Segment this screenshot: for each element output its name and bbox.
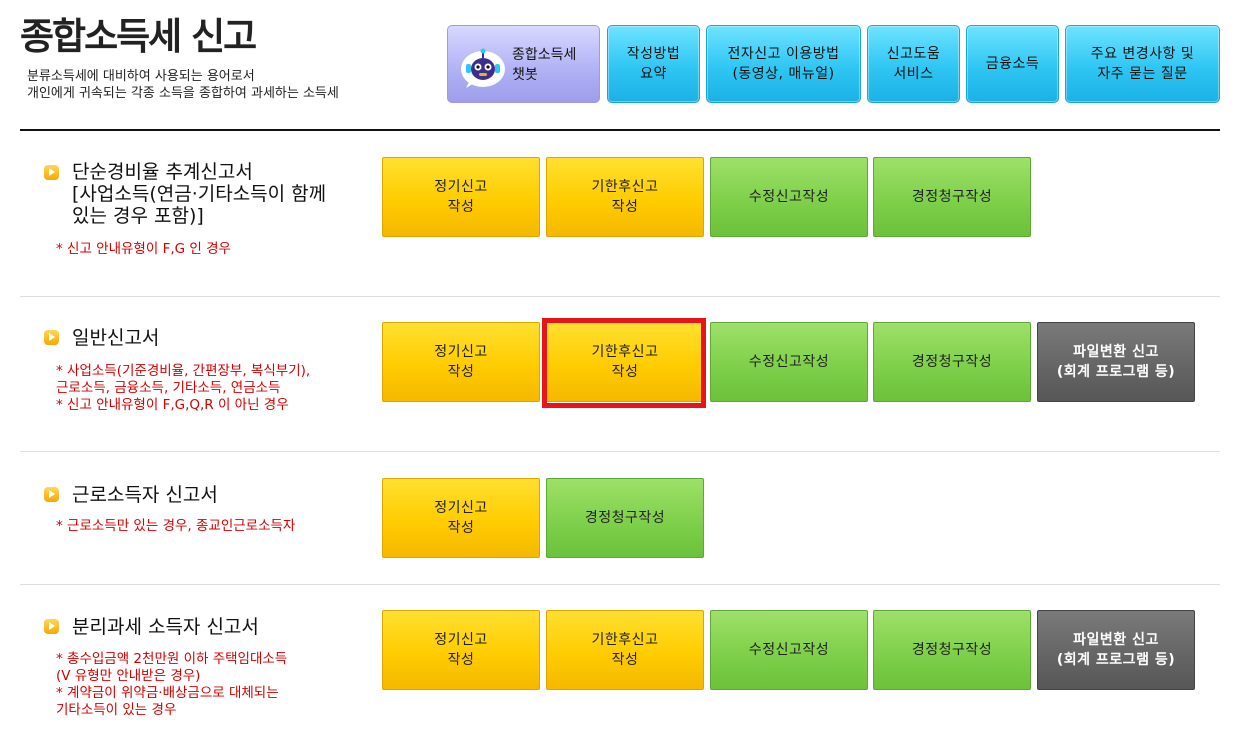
nav-filing-help-service[interactable]: 신고도움 서비스: [867, 25, 960, 103]
page-description: 분류소득세에 대비하여 사용되는 용어로서 개인에게 귀속되는 각종 소득을 종…: [27, 69, 339, 101]
section-note: * 총수입금액 2천만원 이하 주택임대소득 (V 유형만 안내받은 경우) *…: [56, 651, 288, 718]
refund-claim-button[interactable]: 경정청구작성: [873, 322, 1031, 402]
header-divider: [20, 129, 1220, 131]
file-conversion-filing-button[interactable]: 파일변환 신고 (회계 프로그램 등): [1037, 322, 1195, 402]
amended-filing-button[interactable]: 수정신고작성: [710, 322, 868, 402]
section-title-general-return: 일반신고서: [72, 327, 160, 349]
regular-filing-button[interactable]: 정기신고 작성: [382, 157, 540, 237]
refund-claim-button[interactable]: 경정청구작성: [873, 610, 1031, 690]
section-note: * 사업소득(기준경비율, 간편장부, 복식부기), 근로소득, 금융소득, 기…: [56, 363, 311, 413]
nav-financial-income[interactable]: 금융소득: [966, 25, 1059, 103]
nav-filing-guide-summary[interactable]: 작성방법 요약: [607, 25, 700, 103]
file-conversion-filing-button[interactable]: 파일변환 신고 (회계 프로그램 등): [1037, 610, 1195, 690]
late-filing-button[interactable]: 기한후신고 작성: [546, 610, 704, 690]
late-filing-button[interactable]: 기한후신고 작성: [546, 157, 704, 237]
highlight-box: [542, 318, 706, 408]
amended-filing-button[interactable]: 수정신고작성: [710, 157, 868, 237]
page-title: 종합소득세 신고: [20, 15, 257, 58]
chatbot-robot-icon: [461, 48, 505, 88]
section-divider: [20, 584, 1220, 585]
section-bullet-icon: [44, 165, 59, 180]
regular-filing-button[interactable]: 정기신고 작성: [382, 610, 540, 690]
nav-changes-faq[interactable]: 주요 변경사항 및 자주 묻는 질문: [1065, 25, 1220, 103]
chatbot-label: 종합소득세 챗봇: [512, 47, 577, 83]
chatbot-button[interactable]: 종합소득세 챗봇: [447, 25, 600, 103]
section-note: * 근로소득만 있는 경우, 종교인근로소득자: [56, 518, 296, 534]
amended-filing-button[interactable]: 수정신고작성: [710, 610, 868, 690]
section-divider: [20, 451, 1220, 452]
regular-filing-button[interactable]: 정기신고 작성: [382, 478, 540, 558]
refund-claim-button[interactable]: 경정청구작성: [873, 157, 1031, 237]
section-bullet-icon: [44, 330, 59, 345]
section-bullet-icon: [44, 619, 59, 634]
section-title-simple-expense-rate: 단순경비율 추계신고서 [사업소득(연금·기타소득이 함께 있는 경우 포함)]: [72, 161, 327, 227]
refund-claim-button[interactable]: 경정청구작성: [546, 478, 704, 558]
section-divider: [20, 296, 1220, 297]
section-title-wage-earner: 근로소득자 신고서: [72, 484, 218, 506]
section-title-separate-taxation: 분리과세 소득자 신고서: [72, 616, 259, 638]
regular-filing-button[interactable]: 정기신고 작성: [382, 322, 540, 402]
nav-e-filing-howto[interactable]: 전자신고 이용방법 (동영상, 매뉴얼): [706, 25, 861, 103]
section-note: * 신고 안내유형이 F,G 인 경우: [56, 241, 231, 257]
section-bullet-icon: [44, 487, 59, 502]
